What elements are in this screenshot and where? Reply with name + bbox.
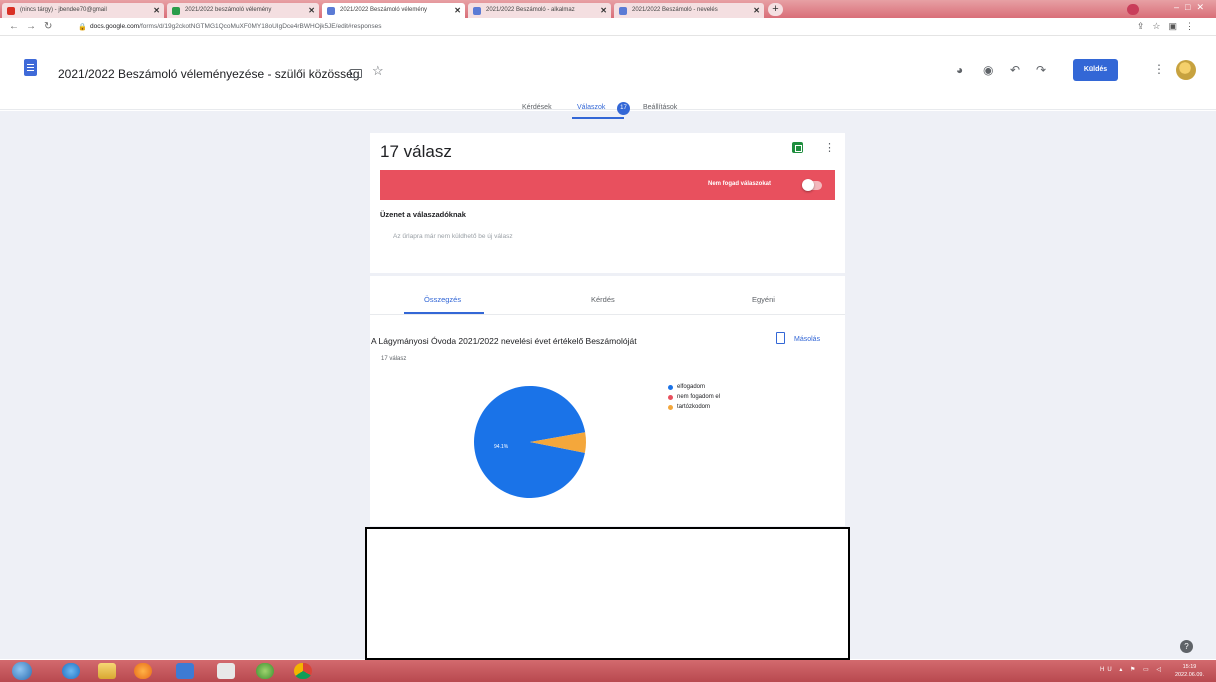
media-player-icon[interactable] [134,663,152,679]
responses-count-title: 17 válasz [380,142,452,161]
tab-questions[interactable]: Kérdések [522,104,552,111]
gmail-icon [7,7,15,15]
browser-tab-label: (nincs tárgy) - jbendee70@gmail [20,7,107,13]
browser-tab-drive[interactable]: 2021/2022 beszámoló vélemény ✕ [167,3,319,18]
browser-tab-label: 2021/2022 beszámoló vélemény [185,7,272,13]
new-tab-button[interactable]: + [768,3,783,16]
pie-slice-label: 94.1% [494,444,509,450]
browser-tab-forms-2[interactable]: 2021/2022 Beszámoló - alkalmaz ✕ [468,3,611,18]
address-bar: ← → ↻ 🔒 docs.google.com/forms/d/19g2ckot… [0,18,1216,36]
legend-label: elfogadom [677,384,706,390]
legend-color-dot [668,405,673,410]
legend-item: elfogadom [668,384,720,394]
legend-label: tartózkodom [677,404,711,410]
clock-date: 2022.06.09. [1174,672,1204,678]
forms-logo-icon[interactable] [24,59,37,76]
responses-more-icon[interactable]: ⋮ [824,141,835,154]
accepting-responses-toggle[interactable] [802,179,822,191]
question-title: A Lágymányosi Óvoda 2021/2022 nevelési é… [371,336,637,346]
forms-header: 2021/2022 Beszámoló véleményezése - szül… [0,36,1216,110]
url-field[interactable]: docs.google.com/forms/d/19g2ckotNGTMG1Qc… [90,23,382,30]
summary-tab-underline [404,312,484,314]
tab-settings[interactable]: Beállítások [643,104,677,111]
sheets-icon[interactable] [792,142,803,153]
browser-tab-gmail[interactable]: (nincs tárgy) - jbendee70@gmail ✕ [2,3,164,18]
drive-icon [172,7,180,15]
copy-icon[interactable] [776,332,785,344]
close-tab-icon[interactable]: ✕ [454,6,461,15]
undo-icon[interactable]: ↶ [1010,63,1020,77]
forms-icon [473,7,481,15]
browser-tab-forms-3[interactable]: 2021/2022 Beszámoló - nevelés ✕ [614,3,764,18]
folder-icon[interactable] [350,69,362,78]
tab-responses[interactable]: Válaszok [577,104,605,111]
legend-label: nem fogadom el [677,394,721,400]
preview-eye-icon[interactable]: ◉ [983,63,993,77]
windows-taskbar: HU ▴ ⚑ ▭ ◁ 15:19 2022.06.09. [0,660,1216,682]
more-options-icon[interactable]: ⋮ [1153,62,1165,76]
browser-tab-strip: (nincs tárgy) - jbendee70@gmail ✕ 2021/2… [0,0,1216,18]
help-icon[interactable]: ? [1180,640,1193,653]
browser-tab-label: 2021/2022 Beszámoló vélemény [340,7,428,13]
reload-icon[interactable]: ↻ [44,21,52,32]
redo-icon[interactable]: ↷ [1036,63,1046,77]
tab-individual[interactable]: Egyéni [752,295,775,304]
pie-legend: elfogadom nem fogadom el tartózkodom [668,384,720,414]
forward-icon[interactable]: → [26,21,36,32]
forms-icon [619,7,627,15]
browser-tab-label: 2021/2022 Beszámoló - nevelés [632,7,718,13]
tab-summary[interactable]: Összegzés [424,295,461,304]
explorer-icon[interactable] [98,663,116,679]
url-host: docs.google.com [90,23,140,30]
legend-item: tartózkodom [668,404,720,414]
tab-question[interactable]: Kérdés [591,295,615,304]
send-button[interactable]: Küldés [1073,59,1118,81]
back-icon[interactable]: ← [9,21,19,32]
clock-time: 15:19 [1182,664,1197,670]
respondent-message-text[interactable]: Az űrlapra már nem küldhető be új válasz [393,233,513,240]
browser-tab-forms-active[interactable]: 2021/2022 Beszámoló vélemény ✕ [322,3,465,18]
avatar[interactable] [1176,60,1196,80]
palette-icon[interactable]: ◕ [956,63,963,77]
calendar-app-icon[interactable] [176,663,194,679]
app-icon[interactable] [256,663,274,679]
language-indicator[interactable]: HU [1100,667,1115,673]
system-tray[interactable]: HU ▴ ⚑ ▭ ◁ [1100,666,1164,673]
start-button[interactable] [12,662,32,680]
pie-chart: 94.1% [474,386,586,498]
legend-item: nem fogadom el [668,394,720,404]
spreadsheet-app-icon[interactable] [217,663,235,679]
profile-menu-icon[interactable] [1127,4,1139,15]
close-tab-icon[interactable]: ✕ [600,6,607,15]
window-controls[interactable]: –□✕ [1174,2,1210,13]
accepting-responses-label: Nem fogad válaszokat [708,181,772,187]
taskbar-clock[interactable]: 15:19 2022.06.09. [1175,663,1204,679]
forms-icon [327,7,335,15]
lock-icon: 🔒 [78,24,87,31]
close-tab-icon[interactable]: ✕ [308,6,315,15]
legend-color-dot [668,385,673,390]
respondent-message-label: Üzenet a válaszadóknak [380,210,466,219]
close-tab-icon[interactable]: ✕ [753,6,760,15]
question-response-count: 17 válasz [381,356,407,362]
chrome-icon[interactable] [294,663,312,679]
ie-icon[interactable] [62,663,80,679]
responses-count-badge: 17 [617,102,630,115]
url-path: /forms/d/19g2ckotNGTMG1QcoMuXF0MY18oUIgD… [139,23,382,30]
form-title[interactable]: 2021/2022 Beszámoló véleményezése - szül… [58,67,360,81]
browser-toolbar-icons[interactable]: ⇪☆▣⋮ [1137,21,1202,32]
summary-tabs-divider [370,314,845,315]
legend-color-dot [668,395,673,400]
star-icon[interactable]: ☆ [372,63,384,79]
copy-button[interactable]: Másolás [794,336,820,343]
active-tab-underline [572,117,624,119]
browser-tab-label: 2021/2022 Beszámoló - alkalmaz [486,7,575,13]
redacted-box [365,527,850,660]
close-tab-icon[interactable]: ✕ [153,6,160,15]
